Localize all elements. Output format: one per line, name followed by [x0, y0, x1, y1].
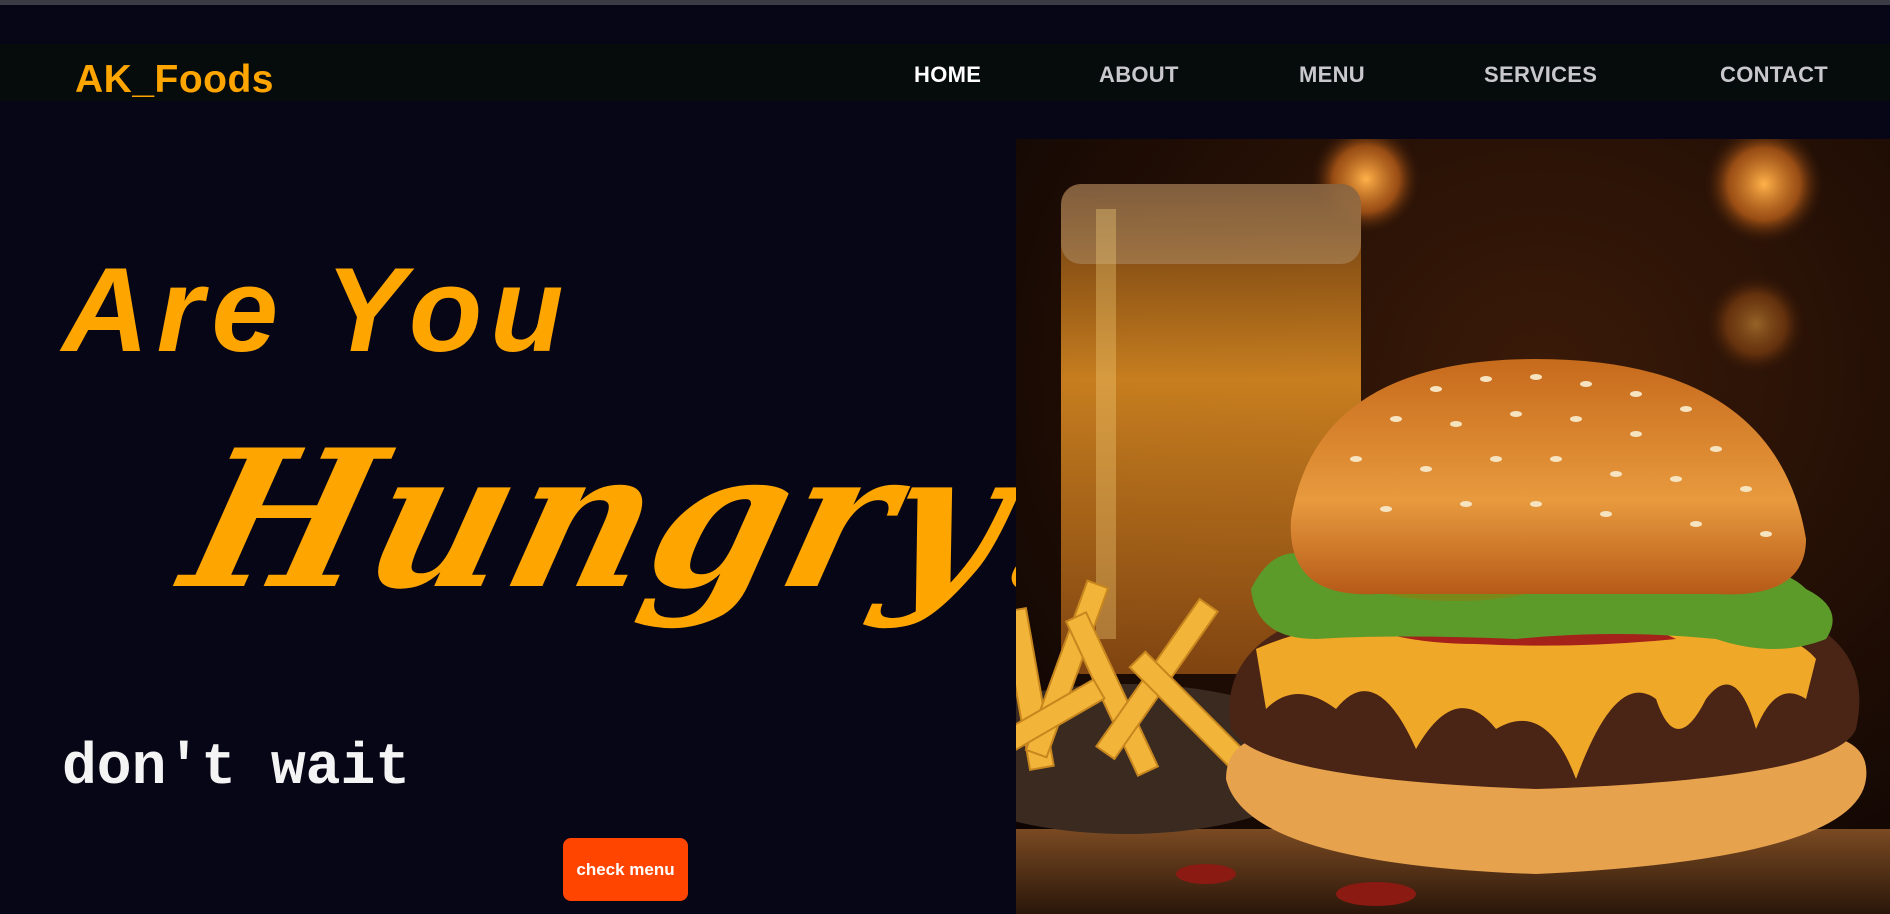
browser-top-strip — [0, 0, 1890, 5]
site-logo[interactable]: AK_Foods — [75, 58, 274, 102]
nav-link-services[interactable]: SERVICES — [1484, 62, 1597, 88]
nav-link-home[interactable]: HOME — [914, 62, 981, 88]
navbar: AK_Foods HOME ABOUT MENU SERVICES CONTAC… — [0, 44, 1890, 101]
hero-burger-image — [1016, 139, 1890, 914]
hero-tagline: don't wait — [62, 736, 411, 801]
nav-link-contact[interactable]: CONTACT — [1720, 62, 1828, 88]
nav-link-about[interactable]: ABOUT — [1099, 62, 1179, 88]
burger-illustration — [1016, 139, 1890, 914]
nav-link-menu[interactable]: MENU — [1299, 62, 1365, 88]
hero-heading-line1: Are You — [62, 243, 572, 377]
hero-heading-line2: Hungry? — [166, 408, 1147, 631]
check-menu-button[interactable]: check menu — [563, 838, 688, 901]
